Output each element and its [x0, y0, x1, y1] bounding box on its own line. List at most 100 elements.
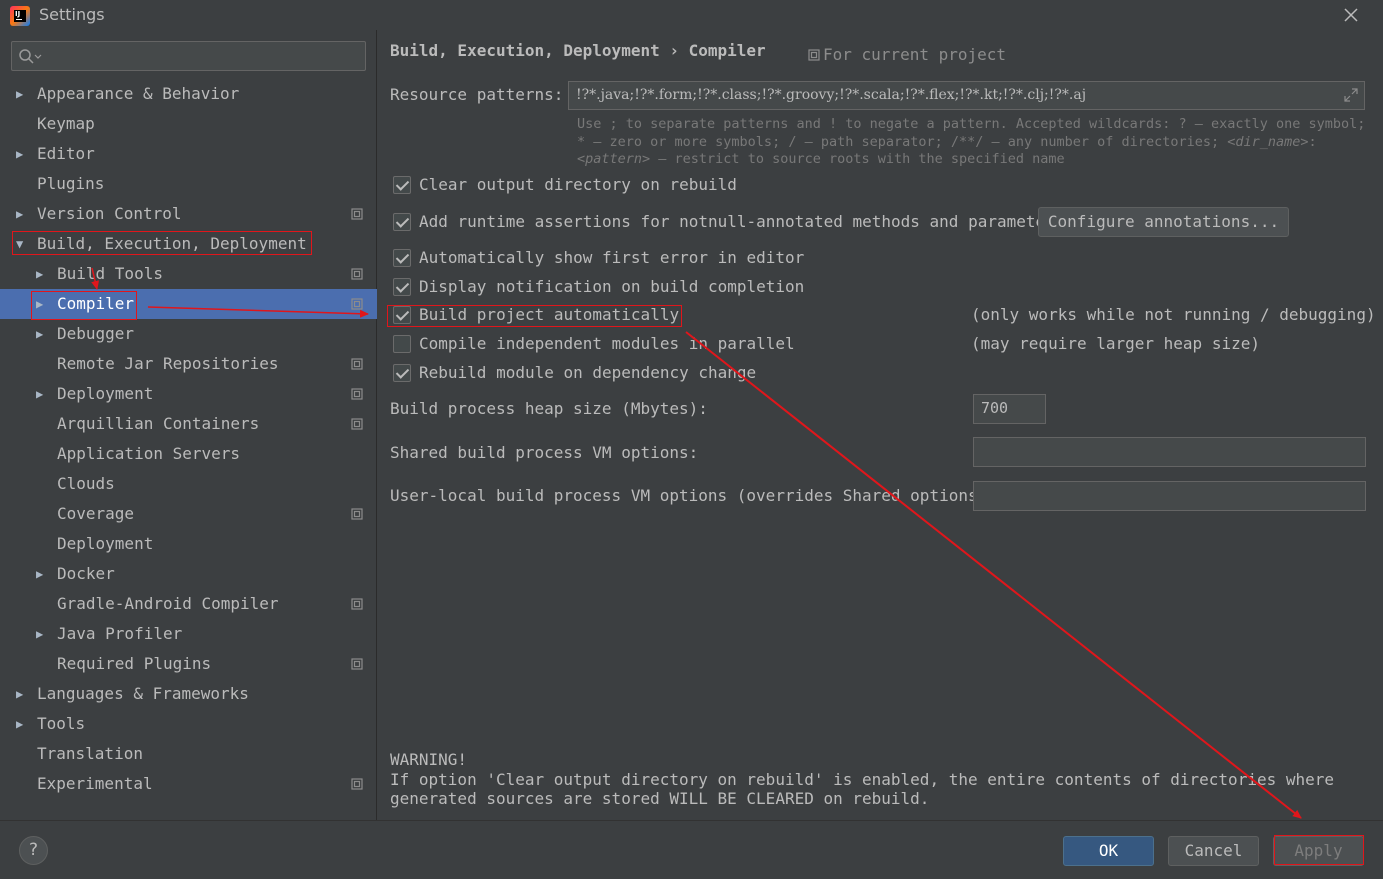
sidebar-item-label: Experimental	[37, 774, 153, 793]
checkbox-compile-independent-modules-in-parallel[interactable]	[393, 335, 411, 353]
sidebar-item-remote-jar-repositories[interactable]: Remote Jar Repositories	[0, 349, 377, 379]
sidebar-item-label: Coverage	[57, 504, 135, 523]
compiler-settings-panel: Build, Execution, Deployment › Compiler …	[378, 30, 1383, 820]
configure-annotations-button[interactable]: Configure annotations...	[1038, 207, 1289, 237]
sidebar-item-label: Compiler	[57, 294, 135, 313]
sidebar-item-label: Required Plugins	[57, 654, 212, 673]
expand-arrow-right-icon[interactable]: ▶	[36, 559, 43, 589]
sidebar-item-label: Gradle-Android Compiler	[57, 594, 279, 613]
project-scope-icon	[351, 508, 363, 520]
user-vm-options-input[interactable]	[973, 481, 1366, 511]
close-icon[interactable]	[1340, 4, 1362, 26]
expand-arrow-right-icon[interactable]: ▶	[36, 379, 43, 409]
sidebar-item-label: Deployment	[57, 384, 154, 403]
sidebar-item-docker[interactable]: ▶ Docker	[0, 559, 377, 589]
expand-arrow-right-icon[interactable]: ▶	[36, 259, 43, 289]
sidebar-item-arquillian-containers[interactable]: Arquillian Containers	[0, 409, 377, 439]
project-scope-icon	[351, 598, 363, 610]
checkbox-label[interactable]: Rebuild module on dependency change	[419, 363, 756, 382]
sidebar-item-required-plugins[interactable]: Required Plugins	[0, 649, 377, 679]
checkbox-display-notification-on-build-completion[interactable]	[393, 278, 411, 296]
shared-vm-options-label: Shared build process VM options:	[390, 443, 699, 462]
resource-patterns-label: Resource patterns:	[390, 85, 564, 104]
sidebar-item-label: Deployment	[57, 534, 154, 553]
heap-size-input[interactable]: 700	[973, 394, 1046, 424]
sidebar-item-keymap[interactable]: Keymap	[0, 109, 377, 139]
checkbox-automatically-show-first-error-in-editor[interactable]	[393, 249, 411, 267]
resource-patterns-hint: Use ; to separate patterns and ! to nega…	[577, 116, 1366, 167]
resource-patterns-input[interactable]: !?*.java;!?*.form;!?*.class;!?*.groovy;!…	[568, 81, 1365, 110]
expand-arrow-right-icon[interactable]: ▶	[16, 709, 23, 739]
sidebar-item-deployment[interactable]: ▶ Deployment	[0, 379, 377, 409]
sidebar-item-experimental[interactable]: Experimental	[0, 769, 377, 799]
settings-search-input[interactable]	[11, 41, 366, 71]
sidebar-item-languages-frameworks[interactable]: ▶ Languages & Frameworks	[0, 679, 377, 709]
sidebar-item-label: Docker	[57, 564, 115, 583]
sidebar-item-label: Java Profiler	[57, 624, 183, 643]
checkbox-label[interactable]: Build project automatically	[419, 305, 679, 324]
search-icon	[19, 49, 42, 64]
expand-arrow-down-icon[interactable]: ▼	[16, 229, 23, 259]
window-title: Settings	[39, 5, 105, 24]
ok-button[interactable]: OK	[1063, 836, 1154, 866]
checkbox-label[interactable]: Automatically show first error in editor	[419, 248, 804, 267]
sidebar-item-tools[interactable]: ▶ Tools	[0, 709, 377, 739]
sidebar-item-application-servers[interactable]: Application Servers	[0, 439, 377, 469]
sidebar-item-label: Clouds	[57, 474, 115, 493]
sidebar-item-translation[interactable]: Translation	[0, 739, 377, 769]
checkbox-add-runtime-assertions-for-notnull-annotated-methods-and-parameters[interactable]	[393, 213, 411, 231]
expand-arrow-right-icon[interactable]: ▶	[16, 139, 23, 169]
sidebar-item-gradle-android-compiler[interactable]: Gradle-Android Compiler	[0, 589, 377, 619]
sidebar-item-build-execution-deployment[interactable]: ▼ Build, Execution, Deployment	[0, 229, 377, 259]
sidebar-item-compiler[interactable]: ▶ Compiler	[0, 289, 377, 319]
cancel-button[interactable]: Cancel	[1168, 836, 1259, 866]
expand-arrow-right-icon[interactable]: ▶	[16, 199, 23, 229]
sidebar-item-label: Arquillian Containers	[57, 414, 260, 433]
project-scope-icon	[351, 778, 363, 790]
checkbox-build-project-automatically[interactable]	[393, 306, 411, 324]
shared-vm-options-input[interactable]	[973, 437, 1366, 467]
expand-arrow-right-icon[interactable]: ▶	[36, 319, 43, 349]
expand-arrow-right-icon[interactable]: ▶	[16, 679, 23, 709]
help-button[interactable]: ?	[19, 836, 48, 865]
sidebar-item-label: Keymap	[37, 114, 95, 133]
expand-arrow-right-icon[interactable]: ▶	[36, 289, 43, 319]
sidebar-item-deployment[interactable]: Deployment	[0, 529, 377, 559]
expand-arrow-right-icon[interactable]: ▶	[16, 79, 23, 109]
breadcrumb: Build, Execution, Deployment › Compiler	[390, 41, 766, 60]
sidebar-item-build-tools[interactable]: ▶ Build Tools	[0, 259, 377, 289]
sidebar-item-coverage[interactable]: Coverage	[0, 499, 377, 529]
checkbox-label[interactable]: Clear output directory on rebuild	[419, 175, 737, 194]
sidebar-item-label: Editor	[37, 144, 95, 163]
scope-label: For current project	[823, 45, 1007, 64]
project-scope-icon	[351, 388, 363, 400]
sidebar-item-clouds[interactable]: Clouds	[0, 469, 377, 499]
apply-button[interactable]: Apply	[1273, 836, 1364, 866]
project-scope-icon	[808, 49, 820, 61]
expand-arrow-right-icon[interactable]: ▶	[36, 619, 43, 649]
expand-icon[interactable]	[1343, 87, 1359, 103]
sidebar-item-label: Languages & Frameworks	[37, 684, 249, 703]
sidebar-item-label: Debugger	[57, 324, 135, 343]
sidebar-item-java-profiler[interactable]: ▶ Java Profiler	[0, 619, 377, 649]
user-vm-options-label: User-local build process VM options (ove…	[390, 486, 997, 505]
sidebar-item-appearance-behavior[interactable]: ▶ Appearance & Behavior	[0, 79, 377, 109]
sidebar-item-version-control[interactable]: ▶ Version Control	[0, 199, 377, 229]
sidebar-item-editor[interactable]: ▶ Editor	[0, 139, 377, 169]
auto-build-note: (only works while not running / debuggin…	[971, 305, 1376, 324]
checkbox-clear-output-directory-on-rebuild[interactable]	[393, 176, 411, 194]
project-scope-icon	[351, 418, 363, 430]
sidebar-item-label: Remote Jar Repositories	[57, 354, 279, 373]
sidebar-item-plugins[interactable]: Plugins	[0, 169, 377, 199]
checkbox-label[interactable]: Add runtime assertions for notnull-annot…	[419, 212, 1064, 231]
checkbox-label[interactable]: Display notification on build completion	[419, 277, 804, 296]
sidebar-item-label: Application Servers	[57, 444, 241, 463]
project-scope-icon	[351, 298, 363, 310]
sidebar-item-label: Tools	[37, 714, 86, 733]
sidebar-item-debugger[interactable]: ▶ Debugger	[0, 319, 377, 349]
checkbox-rebuild-module-on-dependency-change[interactable]	[393, 364, 411, 382]
sidebar-item-label: Appearance & Behavior	[37, 84, 240, 103]
sidebar-item-label: Translation	[37, 744, 143, 763]
checkbox-label[interactable]: Compile independent modules in parallel	[419, 334, 795, 353]
title-bar: IJ Settings	[0, 0, 1383, 30]
